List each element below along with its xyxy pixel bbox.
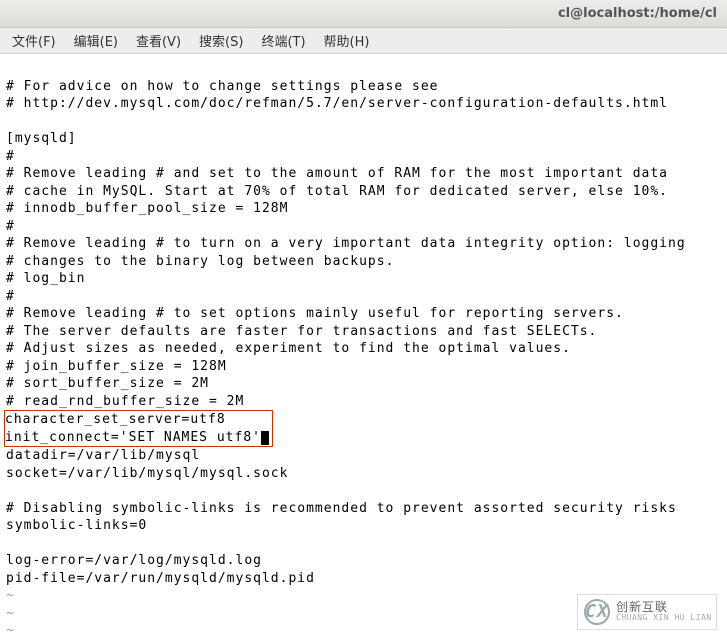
cfg-line: # For advice on how to change settings p… [6, 79, 439, 94]
cfg-line: # innodb_buffer_pool_size = 128M [6, 201, 288, 216]
cfg-line: socket=/var/lib/mysql/mysql.sock [6, 466, 288, 481]
cfg-line: # http://dev.mysql.com/doc/refman/5.7/en… [6, 96, 668, 111]
logo-mark-icon: CX [584, 599, 610, 625]
cfg-line: [mysqld] [6, 131, 77, 146]
vim-tilde: ~ [6, 606, 15, 621]
cfg-line: datadir=/var/lib/mysql [6, 448, 200, 463]
menu-bar: 文件(F) 编辑(E) 查看(V) 搜索(S) 终端(T) 帮助(H) [0, 28, 727, 54]
menu-file[interactable]: 文件(F) [4, 28, 64, 53]
logo-pinyin: CHUANG XIN HU LIAN [616, 614, 712, 623]
cfg-line: # [6, 149, 15, 164]
text-cursor [261, 431, 269, 445]
watermark-logo: CX 创新互联 CHUANG XIN HU LIAN [577, 594, 717, 630]
vim-tilde: ~ [6, 588, 15, 603]
cfg-line: # log_bin [6, 271, 85, 286]
menu-terminal[interactable]: 终端(T) [253, 28, 313, 53]
cfg-line: # sort_buffer_size = 2M [6, 376, 209, 391]
vim-tilde: ~ [6, 623, 15, 638]
cfg-line: # cache in MySQL. Start at 70% of total … [6, 184, 668, 199]
edited-lines-highlight: character_set_server=utf8 init_connect='… [4, 410, 273, 447]
cfg-line: # read_rnd_buffer_size = 2M [6, 394, 244, 409]
cfg-line: # Remove leading # to turn on a very imp… [6, 236, 686, 251]
cfg-line: pid-file=/var/run/mysqld/mysqld.pid [6, 571, 315, 586]
cfg-line: # Remove leading # to set options mainly… [6, 306, 624, 321]
cfg-line: # Adjust sizes as needed, experiment to … [6, 341, 571, 356]
cfg-line: # join_buffer_size = 128M [6, 359, 227, 374]
cfg-line: # Disabling symbolic-links is recommende… [6, 501, 677, 516]
window-titlebar: cl@localhost:/home/cl [0, 0, 727, 28]
cfg-line: character_set_server=utf8 [5, 412, 270, 427]
cfg-line: # changes to the binary log between back… [6, 254, 394, 269]
cfg-line: # [6, 219, 15, 234]
menu-help[interactable]: 帮助(H) [316, 28, 378, 53]
menu-edit[interactable]: 编辑(E) [66, 28, 126, 53]
cfg-line: init_connect='SET NAMES utf8' [5, 430, 261, 445]
cfg-line: # [6, 289, 15, 304]
cfg-line: log-error=/var/log/mysqld.log [6, 553, 262, 568]
logo-text: 创新互联 CHUANG XIN HU LIAN [616, 601, 712, 623]
cfg-line: symbolic-links=0 [6, 518, 147, 533]
window-title: cl@localhost:/home/cl [558, 6, 717, 21]
menu-view[interactable]: 查看(V) [128, 28, 189, 53]
cfg-line: # The server defaults are faster for tra… [6, 324, 597, 339]
cfg-line: # Remove leading # and set to the amount… [6, 166, 668, 181]
menu-search[interactable]: 搜索(S) [191, 28, 251, 53]
terminal-content[interactable]: # For advice on how to change settings p… [0, 54, 727, 640]
